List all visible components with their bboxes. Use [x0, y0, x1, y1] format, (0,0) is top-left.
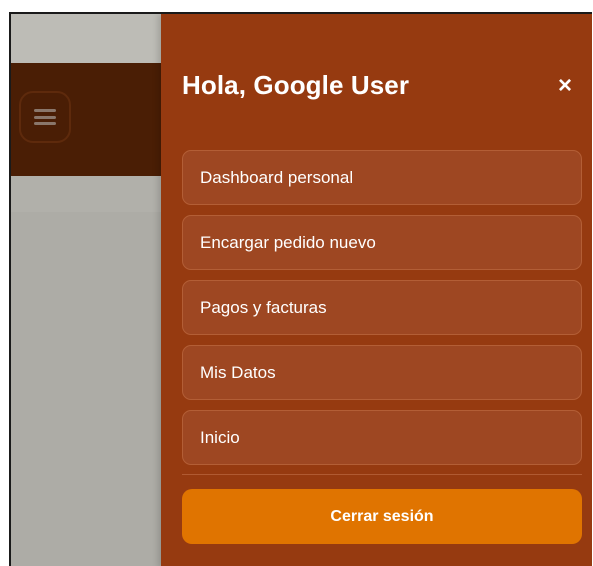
logout-button[interactable]: Cerrar sesión [182, 489, 582, 544]
nav-item-encargar-pedido[interactable]: Encargar pedido nuevo [182, 215, 582, 270]
hamburger-menu-icon [34, 109, 56, 125]
drawer-greeting-title: Hola, Google User [182, 70, 410, 100]
hamburger-menu-button[interactable] [19, 91, 71, 143]
drawer-nav-list: Dashboard personal Encargar pedido nuevo… [182, 150, 582, 475]
nav-item-mis-datos[interactable]: Mis Datos [182, 345, 582, 400]
side-drawer: Hola, Google User × Dashboard personal E… [161, 14, 592, 566]
nav-item-inicio[interactable]: Inicio [182, 410, 582, 465]
page-background-strip [11, 176, 161, 212]
screen-frame: Hola, Google User × Dashboard personal E… [9, 12, 592, 566]
page-background-top [11, 14, 161, 63]
drawer-divider [182, 474, 582, 475]
nav-item-dashboard-personal[interactable]: Dashboard personal [182, 150, 582, 205]
close-icon[interactable]: × [553, 74, 577, 98]
nav-item-pagos-facturas[interactable]: Pagos y facturas [182, 280, 582, 335]
